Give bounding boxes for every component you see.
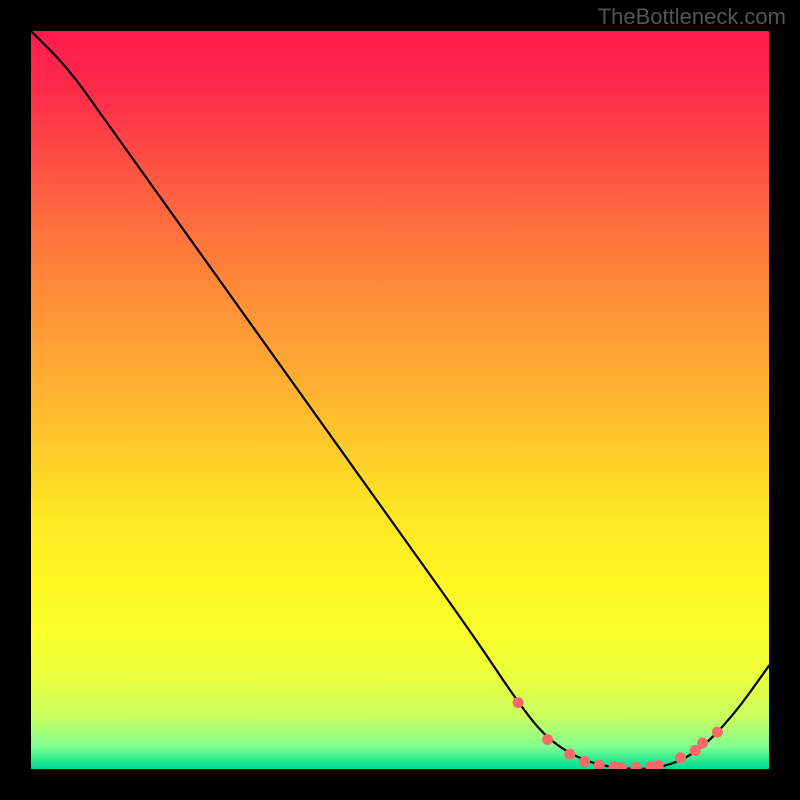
chart-line — [31, 31, 769, 769]
chart-svg — [31, 31, 769, 769]
chart-marker — [653, 760, 664, 769]
chart-marker — [675, 752, 686, 763]
chart-marker — [712, 727, 723, 738]
watermark-text: TheBottleneck.com — [598, 4, 786, 30]
chart-marker — [697, 738, 708, 749]
chart-marker — [513, 697, 524, 708]
plot-area — [31, 31, 769, 769]
chart-marker — [579, 756, 590, 767]
chart-marker — [564, 749, 575, 760]
chart-marker — [631, 762, 642, 769]
chart-marker — [594, 760, 605, 769]
chart-marker — [542, 734, 553, 745]
